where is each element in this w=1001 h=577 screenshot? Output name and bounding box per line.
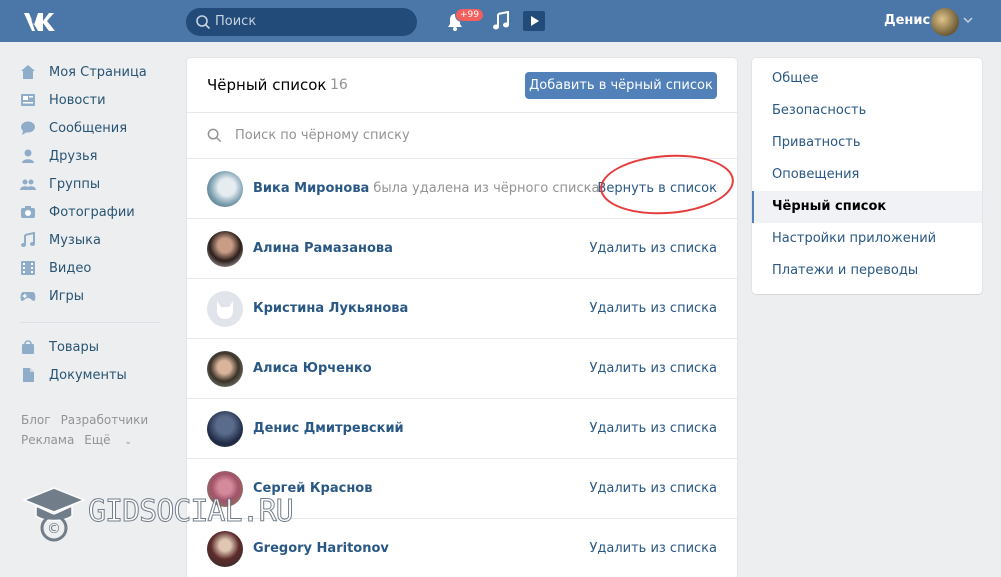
sidebar-item-messages[interactable]: Сообщения <box>20 114 170 142</box>
settings-item-payments[interactable]: Платежи и переводы <box>752 255 982 287</box>
deactivated-dog-icon <box>217 301 233 319</box>
settings-item-notifications[interactable]: Оповещения <box>752 159 982 191</box>
page-title: Чёрный список <box>207 76 327 94</box>
sidebar-item-photos[interactable]: Фотографии <box>20 198 170 226</box>
sidebar-item-label: Видео <box>49 260 92 276</box>
user-name[interactable]: Денис <box>884 13 930 28</box>
sidebar-item-news[interactable]: Новости <box>20 86 170 114</box>
groups-icon <box>20 179 36 190</box>
sidebar-item-label: Товары <box>49 339 100 355</box>
sidebar-item-label: Музыка <box>49 232 101 248</box>
vk-logo-icon[interactable] <box>22 9 56 33</box>
top-header: Поиск +99 Денис <box>0 0 1001 42</box>
footer-link-ads[interactable]: Реклама <box>21 433 74 447</box>
remove-from-list-link[interactable]: Удалить из списка <box>589 241 717 256</box>
remove-from-list-link[interactable]: Удалить из списка <box>589 421 717 436</box>
sidebar-item-video[interactable]: Видео <box>20 254 170 282</box>
settings-item-general[interactable]: Общее <box>752 63 982 95</box>
table-row: Кристина Лукьянова Удалить из списка <box>187 279 737 339</box>
settings-item-security[interactable]: Безопасность <box>752 95 982 127</box>
sidebar-item-goods[interactable]: Товары <box>20 333 170 361</box>
user-name-link[interactable]: Вика Миронова <box>253 181 369 196</box>
avatar[interactable] <box>207 351 243 387</box>
settings-item-privacy[interactable]: Приватность <box>752 127 982 159</box>
add-to-blacklist-button[interactable]: Добавить в чёрный список <box>525 72 717 99</box>
play-icon[interactable] <box>522 10 546 32</box>
blacklist-search-input[interactable]: Поиск по чёрному списку <box>187 112 737 159</box>
friends-icon <box>22 149 34 163</box>
sidebar-item-music[interactable]: Музыка <box>20 226 170 254</box>
sidebar-item-label: Группы <box>49 176 101 192</box>
sidebar-item-games[interactable]: Игры <box>20 282 170 310</box>
search-icon <box>196 15 211 30</box>
notifications-badge: +99 <box>455 8 484 22</box>
search-icon <box>207 128 222 143</box>
sidebar-item-label: Документы <box>49 367 127 383</box>
avatar[interactable] <box>207 171 243 207</box>
table-row: Алиса Юрченко Удалить из списка <box>187 339 737 399</box>
settings-menu: Общее Безопасность Приватность Оповещени… <box>752 58 982 294</box>
footer-more-label: Ещё <box>84 433 111 447</box>
watermark: © GIDSOCIAL.RU <box>22 480 322 550</box>
user-name-link[interactable]: Кристина Лукьянова <box>253 301 408 316</box>
chevron-down-icon: ⌄ <box>124 437 132 447</box>
svg-text:©: © <box>47 521 61 537</box>
user-name-link[interactable]: Алиса Юрченко <box>253 361 372 376</box>
sidebar-item-label: Друзья <box>49 148 98 164</box>
left-sidebar: Моя Страница Новости Сообщения Друзья Гр… <box>20 58 170 389</box>
footer-link-more[interactable]: Ещё ⌄ <box>84 433 142 447</box>
document-icon <box>23 368 34 382</box>
panel-header: Чёрный список 16 Добавить в чёрный списо… <box>187 58 737 112</box>
sidebar-item-friends[interactable]: Друзья <box>20 142 170 170</box>
avatar[interactable] <box>207 411 243 447</box>
search-placeholder: Поиск по чёрному списку <box>235 128 410 143</box>
remove-from-list-link[interactable]: Удалить из списка <box>589 301 717 316</box>
row-status: была удалена из чёрного списка <box>373 181 600 196</box>
camera-icon <box>21 206 35 218</box>
sidebar-footer: Блог Разработчики Реклама Ещё ⌄ <box>21 410 161 452</box>
gamepad-icon <box>20 292 36 301</box>
user-name-link[interactable]: Денис Дмитревский <box>253 421 404 436</box>
sidebar-item-label: Игры <box>49 288 85 304</box>
home-icon <box>21 65 35 79</box>
news-icon <box>21 94 35 106</box>
video-icon <box>21 261 35 275</box>
sidebar-item-my-page[interactable]: Моя Страница <box>20 58 170 86</box>
remove-from-list-link[interactable]: Удалить из списка <box>589 361 717 376</box>
sidebar-item-label: Фотографии <box>49 204 135 220</box>
user-name-link[interactable]: Алина Рамазанова <box>253 241 393 256</box>
music-note-icon[interactable] <box>492 11 510 31</box>
messages-icon <box>21 121 35 135</box>
graduation-cap-logo-icon: © <box>22 487 86 542</box>
settings-item-app-settings[interactable]: Настройки приложений <box>752 223 982 255</box>
sidebar-item-groups[interactable]: Группы <box>20 170 170 198</box>
table-row: Денис Дмитревский Удалить из списка <box>187 399 737 459</box>
remove-from-list-link[interactable]: Удалить из списка <box>589 541 717 556</box>
sidebar-item-label: Сообщения <box>49 120 128 136</box>
search-input[interactable]: Поиск <box>186 8 417 36</box>
sidebar-divider <box>20 322 160 323</box>
footer-link-blog[interactable]: Блог <box>21 413 51 427</box>
settings-item-blacklist[interactable]: Чёрный список <box>752 191 982 223</box>
chevron-down-icon[interactable] <box>963 16 973 24</box>
blacklist-count: 16 <box>330 77 348 93</box>
avatar[interactable] <box>207 231 243 267</box>
row-name-wrap: Вика Миронова была удалена из чёрного спи… <box>253 181 599 196</box>
watermark-text: GIDSOCIAL.RU <box>88 494 295 530</box>
sidebar-item-documents[interactable]: Документы <box>20 361 170 389</box>
bag-icon <box>22 340 34 354</box>
avatar[interactable] <box>207 291 243 327</box>
search-placeholder: Поиск <box>215 14 257 29</box>
sidebar-item-label: Новости <box>49 92 106 108</box>
table-row: Алина Рамазанова Удалить из списка <box>187 219 737 279</box>
music-icon <box>21 232 35 247</box>
avatar[interactable] <box>931 8 959 36</box>
footer-link-developers[interactable]: Разработчики <box>61 413 149 427</box>
remove-from-list-link[interactable]: Удалить из списка <box>589 481 717 496</box>
sidebar-item-label: Моя Страница <box>49 64 147 80</box>
